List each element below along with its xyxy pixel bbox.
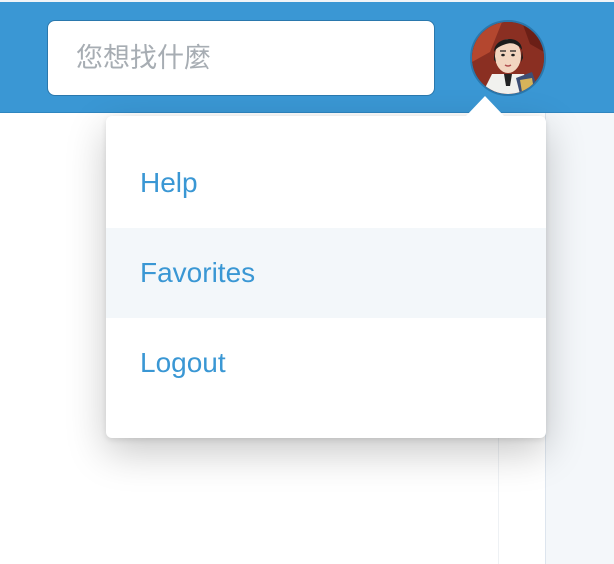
page: Help Favorites Logout xyxy=(0,0,614,564)
menu-item-favorites[interactable]: Favorites xyxy=(106,228,546,318)
dropdown-list: Help Favorites Logout xyxy=(106,116,546,408)
top-navigation-bar xyxy=(0,0,614,113)
menu-item-logout[interactable]: Logout xyxy=(106,318,546,408)
menu-item-help[interactable]: Help xyxy=(106,138,546,228)
user-dropdown-menu: Help Favorites Logout xyxy=(106,116,546,438)
user-avatar-button[interactable] xyxy=(470,20,546,96)
search-input[interactable] xyxy=(47,20,435,96)
avatar-icon xyxy=(472,22,544,94)
dropdown-pointer xyxy=(466,96,504,116)
side-panel xyxy=(545,113,614,564)
